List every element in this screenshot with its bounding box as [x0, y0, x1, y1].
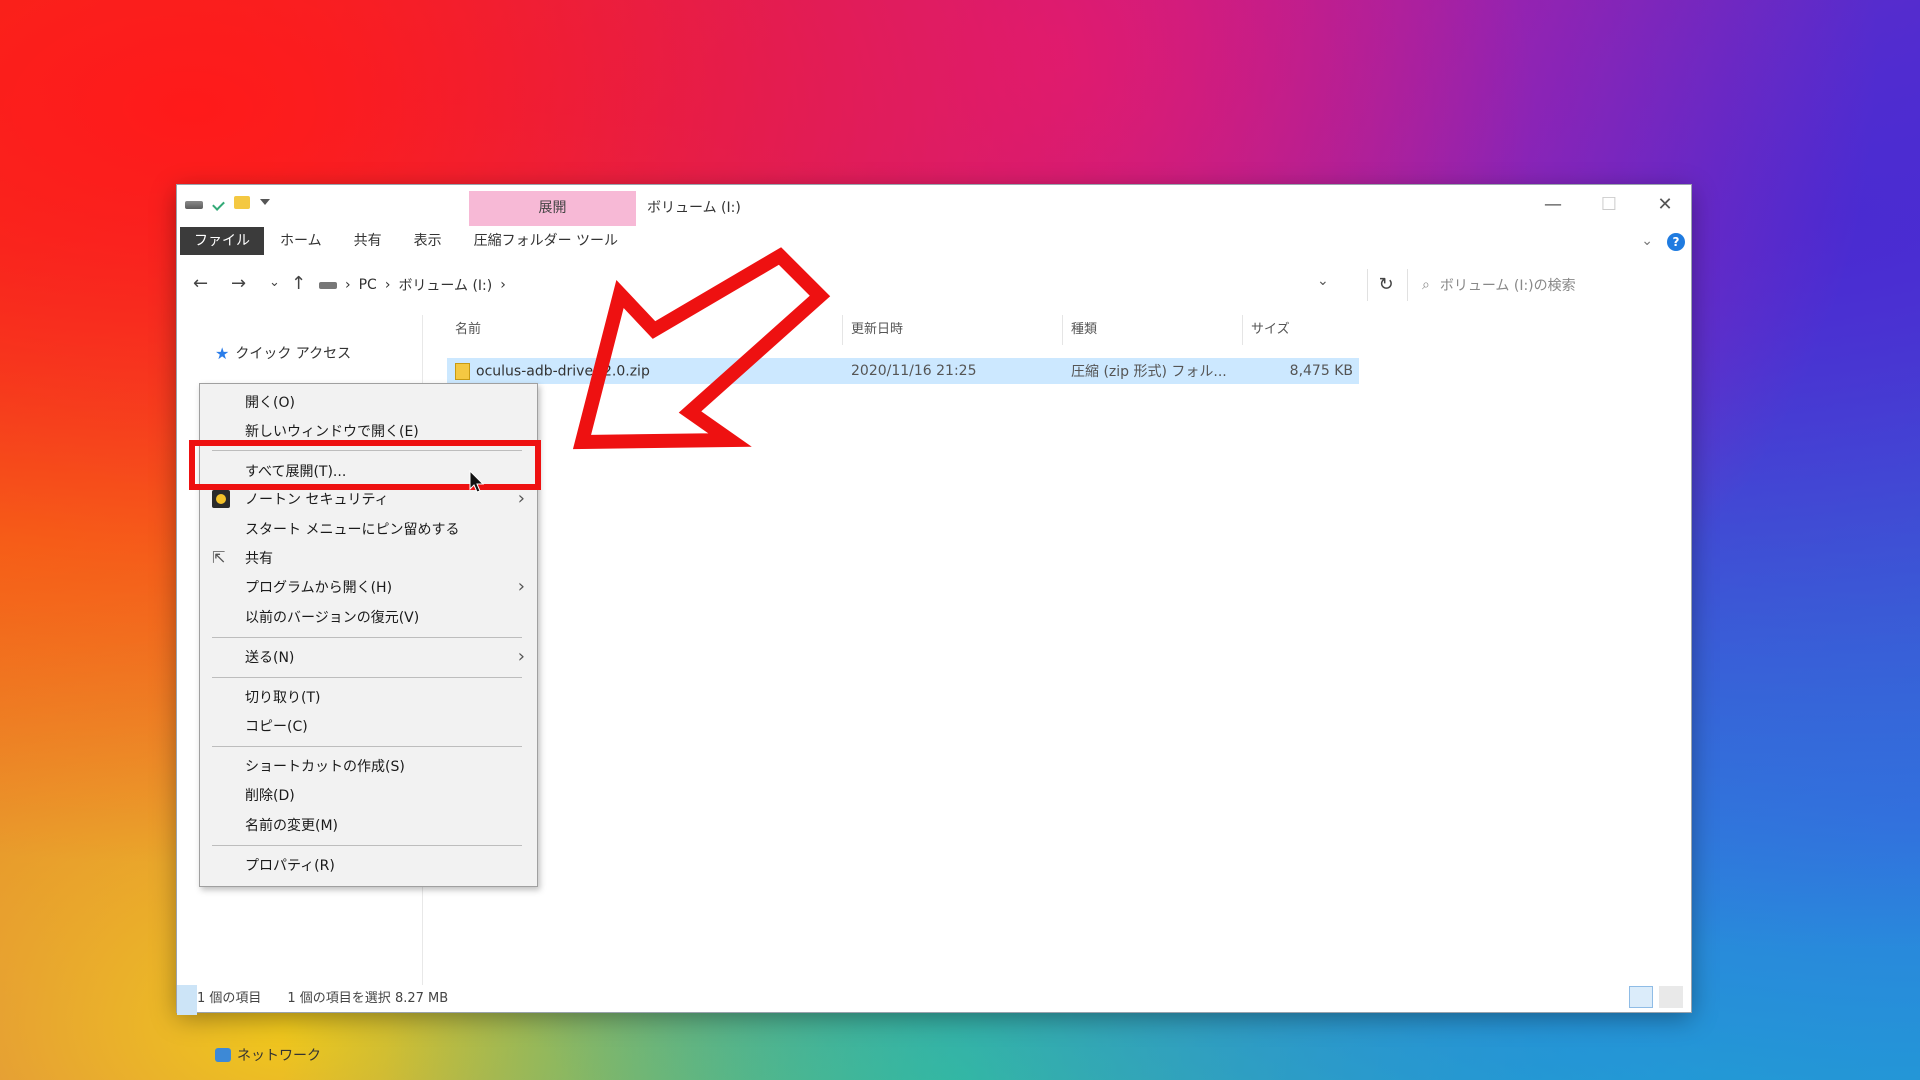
menu-pin-to-start[interactable]: スタート メニューにピン留めする: [245, 518, 459, 542]
title-bar: 展開 ボリューム (I:) — ☐ ✕: [177, 185, 1693, 226]
file-modified: 2020/11/16 21:25: [851, 363, 977, 379]
customize-dropdown-icon[interactable]: [260, 199, 270, 205]
file-type: 圧縮 (zip 形式) フォル...: [1071, 364, 1227, 380]
menu-separator: [212, 746, 522, 747]
status-bar: 1 個の項目 1 個の項目を選択 8.27 MB: [197, 987, 448, 1006]
tab-extract[interactable]: 展開: [469, 191, 636, 226]
minimize-button[interactable]: —: [1525, 189, 1581, 221]
breadcrumb-sep: ›: [384, 277, 391, 293]
status-item-count: 1 個の項目: [197, 991, 262, 1006]
menu-norton-security[interactable]: ノートン セキュリティ: [245, 488, 389, 512]
menu-separator: [212, 637, 522, 638]
menu-delete[interactable]: 削除(D): [245, 784, 295, 808]
column-type[interactable]: 種類: [1063, 315, 1243, 345]
nav-quick-access-label: クイック アクセス: [235, 346, 352, 362]
menu-properties[interactable]: プロパティ(R): [245, 854, 335, 878]
ribbon-tabs: ファイル ホーム 共有 表示 圧縮フォルダー ツール: [177, 227, 1691, 255]
menu-send-to[interactable]: 送る(N): [245, 646, 294, 670]
column-modified[interactable]: 更新日時: [843, 315, 1063, 345]
address-dropdown-icon[interactable]: ⌄: [1317, 273, 1329, 289]
highlight-box: [189, 440, 541, 490]
share-icon: ⇱: [212, 548, 226, 567]
submenu-arrow-icon: ›: [517, 646, 525, 667]
back-button[interactable]: ←: [193, 273, 208, 294]
up-button[interactable]: ↑: [291, 273, 306, 294]
expand-ribbon-icon[interactable]: ⌄: [1641, 233, 1653, 249]
refresh-button[interactable]: ↻: [1367, 269, 1404, 301]
column-size[interactable]: サイズ: [1243, 315, 1359, 345]
search-box[interactable]: ⌕ ボリューム (I:)の検索: [1407, 269, 1682, 301]
properties-icon[interactable]: [212, 197, 225, 211]
status-selection: 1 個の項目を選択 8.27 MB: [287, 991, 449, 1006]
details-view-icon[interactable]: [1629, 986, 1653, 1008]
large-icons-view-icon[interactable]: [1659, 986, 1683, 1008]
tab-home[interactable]: ホーム: [264, 227, 338, 255]
drive-icon: [185, 201, 203, 209]
tab-share[interactable]: 共有: [338, 227, 398, 255]
menu-rename[interactable]: 名前の変更(M): [245, 814, 338, 838]
nav-selection-indicator: [177, 985, 197, 1015]
mouse-cursor-icon: [469, 470, 485, 493]
menu-share[interactable]: 共有: [245, 547, 273, 571]
close-button[interactable]: ✕: [1637, 189, 1693, 221]
submenu-arrow-icon: ›: [517, 488, 525, 509]
help-icon[interactable]: ?: [1667, 233, 1685, 251]
nav-network-label: ネットワーク: [237, 1048, 321, 1064]
search-icon: ⌕: [1422, 277, 1430, 293]
quick-access-toolbar: [185, 195, 270, 211]
menu-open-with[interactable]: プログラムから開く(H): [245, 576, 392, 600]
forward-button[interactable]: →: [231, 273, 246, 294]
file-size: 8,475 KB: [1289, 363, 1353, 379]
menu-copy[interactable]: コピー(C): [245, 715, 308, 739]
drive-icon: [319, 281, 337, 289]
menu-cut[interactable]: 切り取り(T): [245, 686, 320, 710]
tab-view[interactable]: 表示: [398, 227, 458, 255]
tab-file[interactable]: ファイル: [180, 227, 264, 255]
breadcrumb-sep: ›: [500, 277, 506, 293]
submenu-arrow-icon: ›: [517, 576, 525, 597]
breadcrumb-sep: ›: [345, 277, 351, 293]
pointer-arrow-icon: [572, 247, 831, 450]
network-icon: [215, 1048, 231, 1062]
breadcrumb-pc[interactable]: PC: [359, 277, 377, 293]
menu-separator: [212, 845, 522, 846]
view-toggle: [1629, 986, 1683, 1008]
zip-folder-icon: [455, 362, 470, 380]
star-icon: ★: [215, 343, 230, 363]
menu-open[interactable]: 開く(O): [245, 391, 295, 415]
menu-create-shortcut[interactable]: ショートカットの作成(S): [245, 755, 405, 779]
window-title: ボリューム (I:): [647, 200, 741, 216]
menu-restore-previous-versions[interactable]: 以前のバージョンの復元(V): [245, 606, 419, 630]
recent-locations-icon[interactable]: ⌄: [269, 275, 280, 290]
menu-separator: [212, 677, 522, 678]
maximize-button[interactable]: ☐: [1581, 189, 1637, 221]
nav-network[interactable]: ネットワーク: [215, 1045, 321, 1065]
breadcrumb-volume[interactable]: ボリューム (I:): [398, 275, 492, 295]
norton-icon: [212, 490, 230, 508]
nav-quick-access[interactable]: ★ クイック アクセス: [215, 343, 351, 363]
search-placeholder: ボリューム (I:)の検索: [1439, 278, 1576, 294]
new-folder-icon[interactable]: [234, 195, 250, 209]
address-row: ← → ⌄ ↑ › PC › ボリューム (I:) › ⌄ ↻ ⌕ ボリューム …: [177, 265, 1691, 305]
